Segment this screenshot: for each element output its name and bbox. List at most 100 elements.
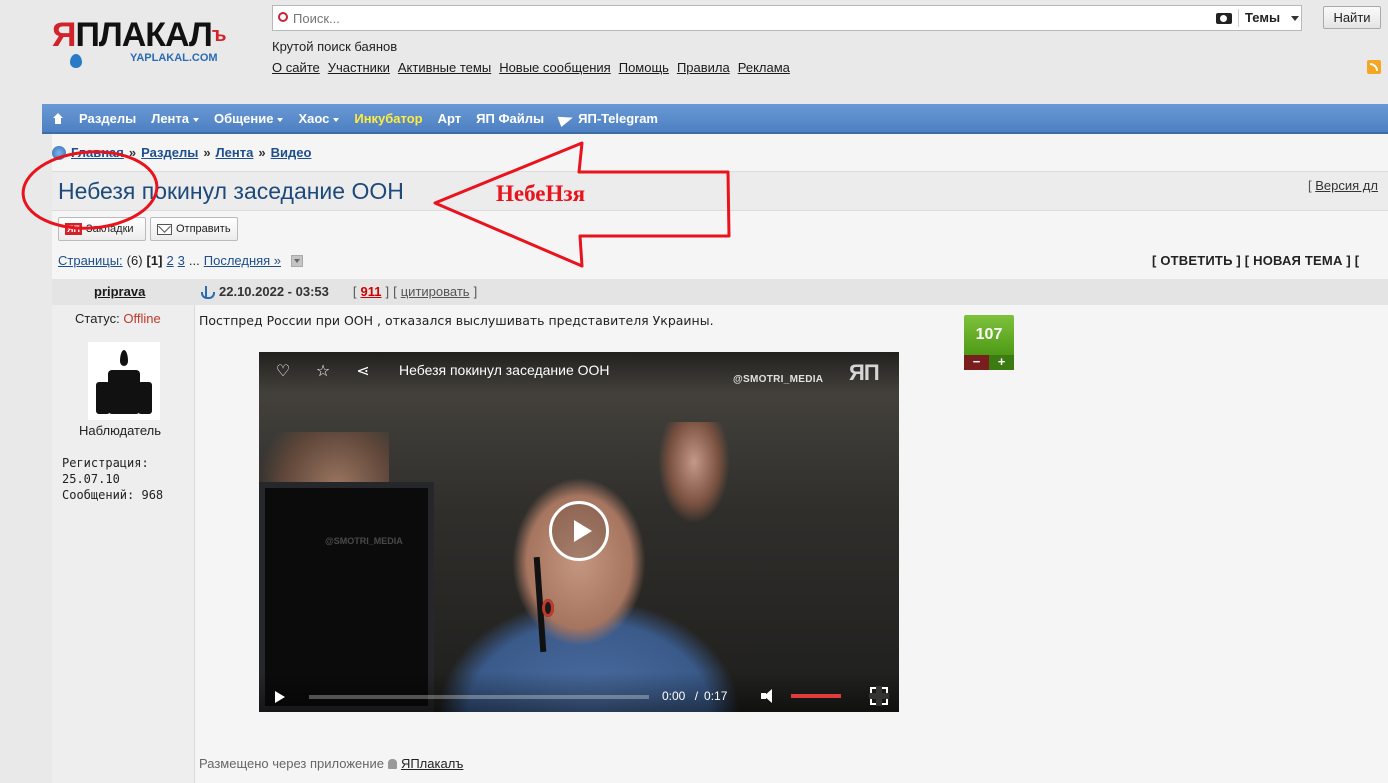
pages-label[interactable]: Страницы: xyxy=(58,253,123,268)
anchor-icon[interactable] xyxy=(201,285,215,299)
home-globe-icon xyxy=(52,145,66,160)
volume-icon[interactable] xyxy=(761,689,777,703)
chevron-down-icon[interactable] xyxy=(1291,16,1299,21)
logo-suffix: ъ xyxy=(211,24,227,46)
search-input[interactable] xyxy=(293,9,1193,27)
page-jump-icon[interactable] xyxy=(291,254,304,267)
messages-count: Сообщений: 968 xyxy=(62,488,164,502)
topic-actions: [ ОТВЕТИТЬ ] [ НОВАЯ ТЕМА ] [ xyxy=(1152,253,1359,268)
nav-item-feed[interactable]: Лента xyxy=(151,111,200,126)
post-number[interactable]: 911 xyxy=(361,284,382,299)
heart-icon[interactable]: ♡ xyxy=(274,363,292,381)
page-2[interactable]: 2 xyxy=(166,253,173,268)
app-link[interactable]: ЯПлакалъ xyxy=(401,756,463,771)
page-3[interactable]: 3 xyxy=(178,253,185,268)
main-nav: Разделы Лента Общение Хаос Инкубатор Арт… xyxy=(42,104,1388,134)
link-help[interactable]: Помощь xyxy=(619,60,669,75)
search-divider xyxy=(1238,9,1239,27)
breadcrumb: Главная » Разделы » Лента » Видео xyxy=(52,145,311,160)
link-new-messages[interactable]: Новые сообщения xyxy=(499,60,611,75)
nav-label: ЯП Файлы xyxy=(476,111,545,126)
top-links: О сайте Участники Активные темы Новые со… xyxy=(272,60,790,75)
link-active-topics[interactable]: Активные темы xyxy=(398,60,491,75)
reply-button[interactable]: [ ОТВЕТИТЬ ] xyxy=(1152,253,1241,268)
post-text: Постпред России при ООН , отказался высл… xyxy=(199,313,714,328)
new-topic-button[interactable]: [ НОВАЯ ТЕМА ] xyxy=(1245,253,1351,268)
print-version-link[interactable]: Версия дл xyxy=(1315,178,1378,193)
nav-label: Общение xyxy=(214,111,274,126)
nav-label: Инкубатор xyxy=(354,111,423,126)
bracket: ] xyxy=(385,284,390,299)
video-progress-track[interactable] xyxy=(309,695,649,699)
breadcrumb-feed[interactable]: Лента xyxy=(216,145,254,160)
logo-drop-icon xyxy=(70,54,82,68)
annotation-text: НебеНзя xyxy=(496,181,586,206)
volume-slider[interactable] xyxy=(791,694,841,698)
search-icon xyxy=(278,12,288,22)
avatar[interactable] xyxy=(88,342,160,420)
reg-label: Регистрация: xyxy=(62,456,149,470)
breadcrumb-home[interactable]: Главная xyxy=(71,145,124,160)
current-page: [1] xyxy=(146,253,163,268)
candle-icon xyxy=(138,382,152,414)
candle-icon xyxy=(108,370,140,414)
pages-ellipsis: ... xyxy=(188,253,200,268)
link-ads[interactable]: Реклама xyxy=(738,60,790,75)
post-author[interactable]: priprava xyxy=(94,284,145,299)
breadcrumb-video[interactable]: Видео xyxy=(271,145,312,160)
nav-item-chaos[interactable]: Хаос xyxy=(298,111,340,126)
tagline: Крутой поиск баянов xyxy=(272,39,398,54)
nav-item-sections[interactable]: Разделы xyxy=(79,111,136,126)
share-icon[interactable]: ⋖ xyxy=(354,363,372,381)
nav-label: Хаос xyxy=(298,111,330,126)
send-button[interactable]: Отправить xyxy=(150,217,238,241)
home-icon[interactable] xyxy=(52,112,64,125)
breadcrumb-sep: » xyxy=(203,145,211,160)
logo-domain: YAPLAKAL.COM xyxy=(130,52,218,64)
rss-icon[interactable] xyxy=(1367,60,1381,74)
link-rules[interactable]: Правила xyxy=(677,60,730,75)
last-page[interactable]: Последняя » xyxy=(204,253,281,268)
star-icon[interactable]: ☆ xyxy=(314,363,332,381)
reg-date: 25.07.10 xyxy=(62,472,120,486)
link-members[interactable]: Участники xyxy=(328,60,390,75)
status-value: Offline xyxy=(123,311,161,326)
fullscreen-icon[interactable] xyxy=(869,686,889,706)
site-logo[interactable]: ЯПЛАКАЛъ YAPLAKAL.COM xyxy=(52,18,252,70)
nav-label: ЯП-Telegram xyxy=(578,111,658,126)
search-button[interactable]: Найти xyxy=(1323,6,1381,29)
breadcrumb-sections[interactable]: Разделы xyxy=(141,145,198,160)
bookmarks-label: Закладки xyxy=(85,223,134,235)
user-info: Регистрация: 25.07.10 Сообщений: 968 xyxy=(62,455,163,503)
play-icon[interactable] xyxy=(549,501,609,561)
pages-count: (6) xyxy=(126,253,143,268)
quote-link[interactable]: цитировать xyxy=(401,284,470,299)
video-player[interactable]: @SMOTRI_MEDIA ♡ ☆ ⋖ Небезя покинул засед… xyxy=(259,352,899,712)
telegram-icon xyxy=(559,114,573,125)
nav-item-art[interactable]: Арт xyxy=(438,111,462,126)
time-separator: / xyxy=(694,689,699,703)
envelope-icon xyxy=(157,223,172,235)
nav-item-telegram[interactable]: ЯП-Telegram xyxy=(559,111,658,126)
search-bar: Темы xyxy=(272,5,1302,31)
camera-icon[interactable] xyxy=(1216,13,1232,24)
control-play-icon[interactable] xyxy=(275,691,285,703)
android-icon xyxy=(387,758,397,769)
nav-item-files[interactable]: ЯП Файлы xyxy=(476,111,544,126)
link-about[interactable]: О сайте xyxy=(272,60,320,75)
posted-via-prefix: Размещено через приложение xyxy=(199,756,384,771)
pagination: Страницы: (6) [1] 2 3 ... Последняя » xyxy=(58,253,304,268)
nav-item-social[interactable]: Общение xyxy=(214,111,284,126)
post-date: 22.10.2022 - 03:53 xyxy=(219,284,329,299)
rate-up-button[interactable]: + xyxy=(989,355,1014,370)
caret-down-icon xyxy=(333,117,340,122)
bookmarks-button[interactable]: ЯП Закладки xyxy=(58,217,146,241)
nav-label: Лента xyxy=(151,111,190,126)
nav-item-incubator[interactable]: Инкубатор xyxy=(354,111,422,126)
rate-down-button[interactable]: − xyxy=(964,355,989,370)
caret-down-icon xyxy=(277,117,284,122)
posted-via: Размещено через приложение ЯПлакалъ xyxy=(199,756,463,771)
yp-badge: ЯП xyxy=(65,223,82,235)
search-scope-select[interactable]: Темы xyxy=(1245,10,1280,25)
more-actions[interactable]: [ xyxy=(1355,253,1360,268)
